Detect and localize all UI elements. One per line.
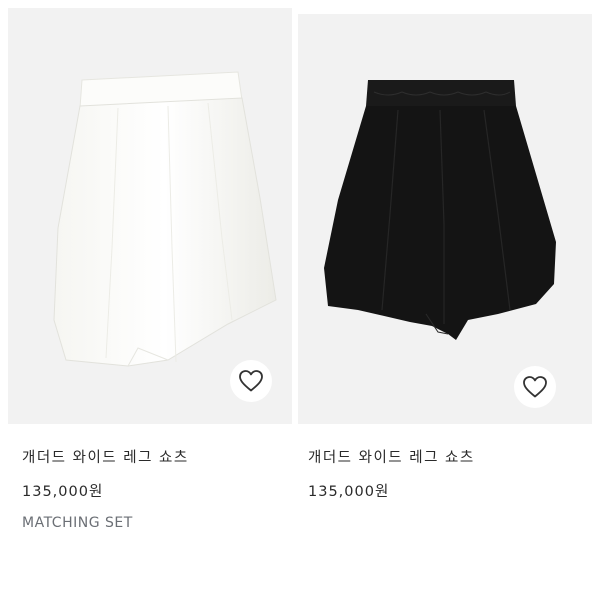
product-card-white-shorts[interactable]: 개더드 와이드 레그 쇼츠 135,000원 MATCHING SET xyxy=(8,0,292,531)
product-card-black-shorts[interactable]: 개더드 와이드 레그 쇼츠 135,000원 xyxy=(298,0,592,500)
wishlist-button[interactable] xyxy=(230,360,272,402)
product-grid: 개더드 와이드 레그 쇼츠 135,000원 MATCHING SET 개더드 … xyxy=(0,0,600,600)
product-price: 135,000원 xyxy=(22,484,104,500)
product-info: 개더드 와이드 레그 쇼츠 135,000원 xyxy=(308,446,475,504)
product-image-container[interactable] xyxy=(298,14,592,424)
product-tag: MATCHING SET xyxy=(22,515,133,531)
product-name[interactable]: 개더드 와이드 레그 쇼츠 xyxy=(308,446,475,470)
product-info: 개더드 와이드 레그 쇼츠 135,000원 MATCHING SET xyxy=(22,446,189,534)
product-image-black-shorts[interactable] xyxy=(298,14,592,424)
product-price: 135,000원 xyxy=(308,484,390,500)
heart-outline-icon xyxy=(523,376,547,398)
product-name[interactable]: 개더드 와이드 레그 쇼츠 xyxy=(22,446,189,470)
heart-outline-icon xyxy=(239,370,263,392)
product-image-container[interactable] xyxy=(8,8,292,424)
wishlist-button[interactable] xyxy=(514,366,556,408)
